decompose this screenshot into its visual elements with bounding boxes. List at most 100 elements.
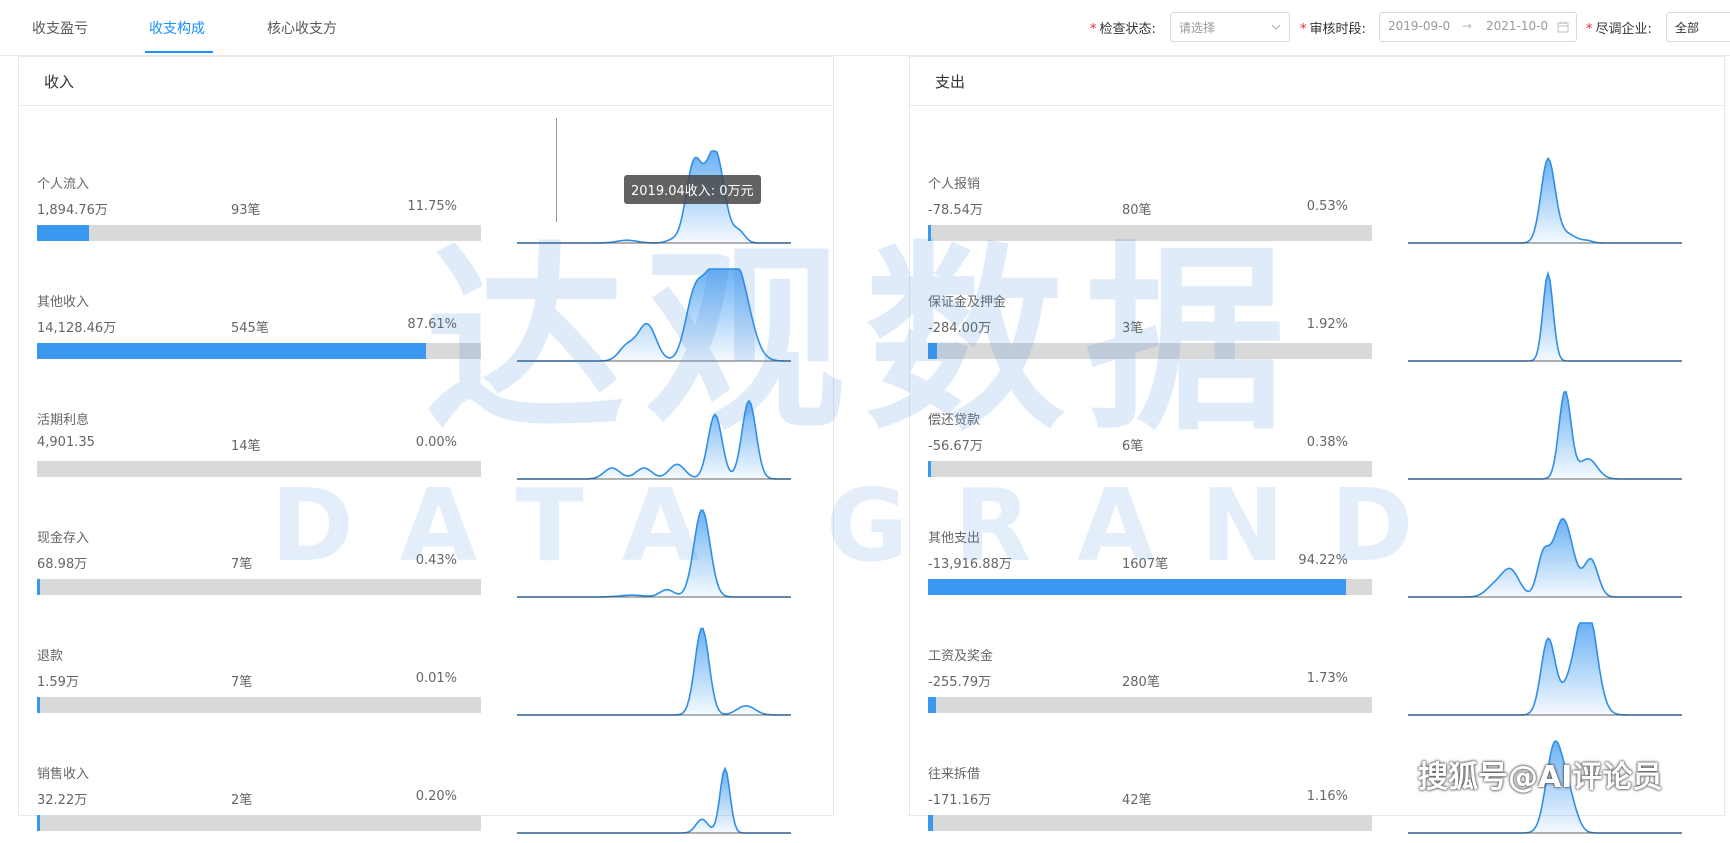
tab-income-expense-composition[interactable]: 收支构成 xyxy=(149,18,205,38)
trend-sparkline[interactable] xyxy=(1408,617,1682,721)
category-count: 6笔 xyxy=(1122,439,1144,454)
category-count: 3笔 xyxy=(1122,321,1144,336)
sparkline-area xyxy=(517,510,791,597)
trend-sparkline[interactable] xyxy=(1408,499,1682,603)
category-amount: -56.67万 xyxy=(928,439,983,454)
share-progress-fill xyxy=(928,579,1347,595)
trend-sparkline[interactable] xyxy=(1408,263,1682,367)
trend-sparkline[interactable] xyxy=(517,735,791,839)
sparkline-area xyxy=(517,269,791,361)
category-amount: 1,894.76万 xyxy=(37,203,108,218)
category-name: 其他支出 xyxy=(928,531,981,546)
company-select-value: 全部 xyxy=(1675,21,1700,35)
category-count: 80笔 xyxy=(1122,203,1152,218)
category-percent: 87.61% xyxy=(407,317,457,332)
category-amount: 32.22万 xyxy=(37,793,88,808)
category-count: 280笔 xyxy=(1122,675,1160,690)
category-amount: -13,916.88万 xyxy=(928,557,1012,572)
company-filter-label-text: 尽调企业: xyxy=(1595,22,1652,37)
date-range-picker[interactable]: 2019-09-0 → 2021-10-0 xyxy=(1379,12,1577,42)
share-progress-fill xyxy=(928,461,931,477)
date-end[interactable]: 2021-10-0 xyxy=(1486,19,1548,33)
sparkline-line xyxy=(517,509,791,598)
category-count: 545笔 xyxy=(231,321,269,336)
sparkline-area xyxy=(517,628,791,715)
category-amount: -171.16万 xyxy=(928,793,992,808)
category-amount: -284.00万 xyxy=(928,321,992,336)
category-name: 现金存入 xyxy=(37,531,90,546)
category-amount: -255.79万 xyxy=(928,675,992,690)
share-progress-bar xyxy=(37,579,481,595)
status-filter-label: * 检查状态: xyxy=(1090,22,1156,37)
share-progress-fill xyxy=(37,579,40,595)
status-filter-label-text: 检查状态: xyxy=(1099,22,1156,37)
company-select[interactable]: 全部 xyxy=(1666,12,1730,42)
share-progress-fill xyxy=(928,225,931,241)
chevron-down-icon xyxy=(1271,24,1281,30)
category-amount: 14,128.46万 xyxy=(37,321,117,336)
category-percent: 0.01% xyxy=(415,671,457,686)
sparkline-area xyxy=(1408,518,1682,597)
top-bar: 收支盈亏 收支构成 核心收支方 * 检查状态: 请选择 * 审核时段: 2019-0… xyxy=(0,0,1730,56)
status-select-placeholder: 请选择 xyxy=(1179,21,1216,35)
category-name: 销售收入 xyxy=(37,767,90,782)
category-name: 往来拆借 xyxy=(928,767,981,782)
category-percent: 0.43% xyxy=(415,553,457,568)
company-filter-label: * 尽调企业: xyxy=(1586,22,1652,37)
period-filter-label: * 审核时段: xyxy=(1300,22,1366,37)
trend-sparkline[interactable] xyxy=(1408,381,1682,485)
share-progress-fill xyxy=(928,343,937,359)
tab-core-counterparties[interactable]: 核心收支方 xyxy=(267,18,337,38)
trend-sparkline[interactable] xyxy=(517,499,791,603)
income-row: 退款 1.59万 7笔 0.01% xyxy=(19,607,833,725)
income-panel-title: 收入 xyxy=(44,73,75,91)
trend-sparkline[interactable] xyxy=(1408,145,1682,249)
sparkline-area xyxy=(1408,623,1682,715)
share-progress-bar xyxy=(37,815,481,831)
category-percent: 1.92% xyxy=(1306,317,1348,332)
share-progress-bar xyxy=(928,697,1372,713)
category-count: 2笔 xyxy=(231,793,253,808)
trend-sparkline[interactable] xyxy=(517,381,791,485)
trend-sparkline[interactable] xyxy=(517,263,791,367)
category-percent: 0.38% xyxy=(1306,435,1348,450)
date-start[interactable]: 2019-09-0 xyxy=(1388,19,1450,33)
share-progress-bar xyxy=(37,225,481,241)
category-percent: 11.75% xyxy=(407,199,457,214)
period-filter-label-text: 审核时段: xyxy=(1309,22,1366,37)
expense-panel-title: 支出 xyxy=(935,73,966,91)
expense-row: 偿还贷款 -56.67万 6笔 0.38% xyxy=(910,371,1724,489)
sparkline-area xyxy=(1408,391,1682,479)
category-name: 其他收入 xyxy=(37,295,90,310)
trend-sparkline[interactable] xyxy=(517,617,791,721)
category-percent: 94.22% xyxy=(1298,553,1348,568)
expense-row: 保证金及押金 -284.00万 3笔 1.92% xyxy=(910,253,1724,371)
income-row: 现金存入 68.98万 7笔 0.43% xyxy=(19,489,833,607)
share-progress-fill xyxy=(928,815,934,831)
share-progress-bar xyxy=(37,461,481,477)
share-progress-bar xyxy=(928,815,1372,831)
category-count: 1607笔 xyxy=(1122,557,1169,572)
expense-panel-header: 支出 xyxy=(910,57,1724,106)
income-panel: 收入 个人流入 1,894.76万 93笔 11.75% 其他收入 14,128.46万 5… xyxy=(18,56,834,834)
tab-income-expense-profit[interactable]: 收支盈亏 xyxy=(32,18,88,38)
category-name: 活期利息 xyxy=(37,413,90,428)
sparkline-area xyxy=(1408,158,1682,243)
category-count: 93笔 xyxy=(231,203,261,218)
status-select[interactable]: 请选择 xyxy=(1170,12,1290,42)
category-count: 7笔 xyxy=(231,675,253,690)
category-amount: 4,901.35 xyxy=(37,435,95,450)
calendar-icon xyxy=(1557,21,1569,33)
income-row: 活期利息 4,901.35 14笔 0.00% xyxy=(19,371,833,489)
category-amount: 1.59万 xyxy=(37,675,79,690)
sparkline-line xyxy=(517,627,791,716)
category-percent: 0.00% xyxy=(415,435,457,450)
category-percent: 0.20% xyxy=(415,789,457,804)
category-count: 7笔 xyxy=(231,557,253,572)
category-count: 42笔 xyxy=(1122,793,1152,808)
category-name: 退款 xyxy=(37,649,64,664)
share-progress-bar xyxy=(37,343,481,359)
category-percent: 0.53% xyxy=(1306,199,1348,214)
category-name: 保证金及押金 xyxy=(928,295,1007,310)
category-count: 14笔 xyxy=(231,439,261,454)
